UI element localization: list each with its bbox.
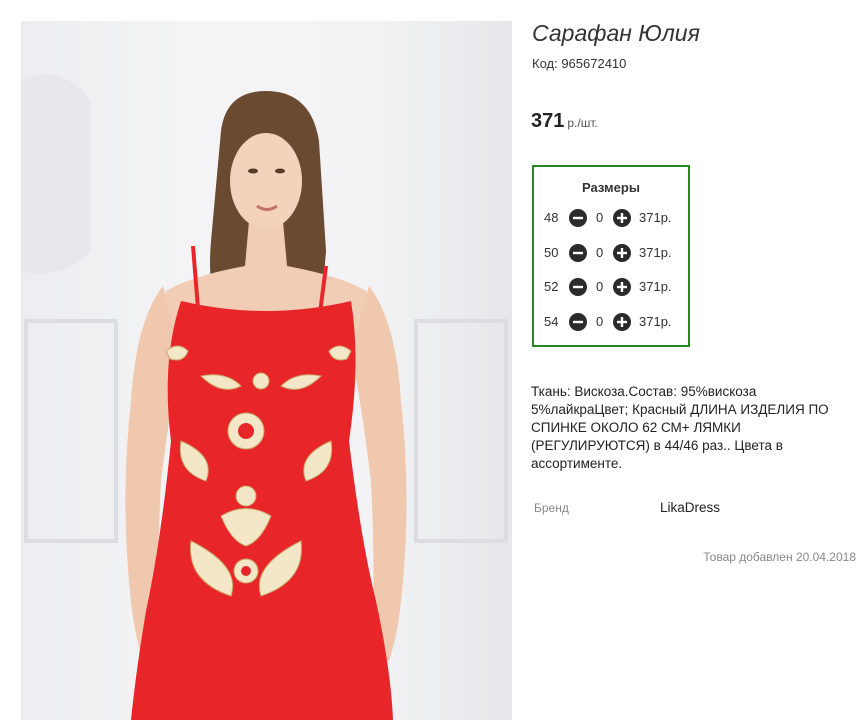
size-price: 371р.	[639, 210, 672, 225]
plus-circle-icon[interactable]	[613, 313, 631, 331]
size-label: 54	[544, 314, 559, 329]
minus-circle-icon[interactable]	[569, 278, 587, 296]
size-row-52: 52 0 371р.	[534, 277, 688, 297]
product-price: 371 р./шт.	[531, 110, 598, 133]
plus-circle-icon[interactable]	[613, 278, 631, 296]
size-label: 50	[544, 245, 559, 260]
minus-circle-icon[interactable]	[569, 244, 587, 262]
quantity-value: 0	[596, 314, 604, 329]
minus-circle-icon[interactable]	[569, 313, 587, 331]
quantity-value: 0	[596, 210, 604, 225]
sizes-panel: Размеры 48 0 371р. 50 0 371р. 52 0 371р.…	[532, 165, 690, 347]
size-price: 371р.	[639, 279, 672, 294]
brand-value[interactable]: LikaDress	[660, 500, 720, 515]
product-title: Сарафан Юлия	[532, 20, 700, 46]
minus-circle-icon[interactable]	[569, 209, 587, 227]
price-amount: 371	[531, 110, 565, 132]
size-label: 52	[544, 279, 559, 294]
quantity-value: 0	[596, 245, 604, 260]
product-image[interactable]	[21, 21, 512, 720]
product-code: Код: 965672410	[532, 56, 627, 71]
price-unit: р./шт.	[567, 116, 598, 130]
product-description: Ткань: Вискоза.Состав: 95%вискоза 5%лайк…	[531, 384, 829, 471]
brand-label: Бренд	[534, 501, 569, 515]
plus-circle-icon[interactable]	[613, 209, 631, 227]
size-row-48: 48 0 371р.	[534, 208, 688, 228]
size-row-54: 54 0 371р.	[534, 312, 688, 332]
size-row-50: 50 0 371р.	[534, 243, 688, 263]
product-photo-illustration	[21, 74, 508, 720]
date-added: Товар добавлен 20.04.2018	[703, 550, 856, 564]
sizes-title: Размеры	[582, 180, 640, 195]
quantity-value: 0	[596, 279, 604, 294]
plus-circle-icon[interactable]	[613, 244, 631, 262]
size-label: 48	[544, 210, 559, 225]
size-price: 371р.	[639, 314, 672, 329]
size-price: 371р.	[639, 245, 672, 260]
